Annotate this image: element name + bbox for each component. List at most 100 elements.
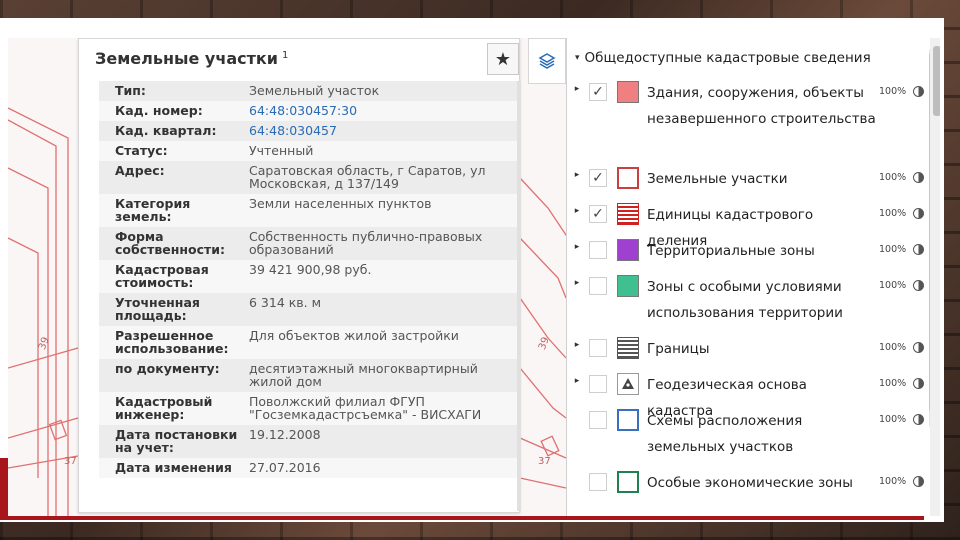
attribute-key: Дата постановки на учет:: [115, 427, 238, 455]
layer-group-header[interactable]: ▾ Общедоступные кадастровые сведения: [567, 38, 937, 78]
layer-label[interactable]: Особые экономические зоны: [647, 470, 877, 496]
attribute-value: десятиэтажный многоквартирный жилой дом: [249, 361, 478, 389]
layer-label[interactable]: Границы: [647, 336, 877, 362]
opacity-icon[interactable]: [913, 414, 924, 425]
opacity-icon[interactable]: [913, 378, 924, 389]
cadastral-map-screenshot: 39 37 39 37 Земельные участки 1 ★ Тип: Зем…: [8, 38, 940, 516]
layer-label[interactable]: Земельные участки: [647, 166, 877, 192]
chevron-down-icon: ▾: [575, 53, 580, 63]
attribute-row: Тип: Земельный участок: [99, 81, 517, 101]
opacity-icon[interactable]: [913, 244, 924, 255]
opacity-icon[interactable]: [913, 208, 924, 219]
attribute-value: 19.12.2008: [249, 427, 321, 442]
attribute-row: Адрес: Саратовская область, г Саратов, ул…: [99, 161, 517, 194]
layer-item: ▸ ✓ Земельные участки 100%: [567, 166, 927, 202]
layer-checkbox[interactable]: ✓: [589, 169, 607, 187]
map-parcel-number: 37: [538, 456, 551, 467]
layer-item: ▸ Геодезическая основа кадастра 100%: [567, 372, 927, 419]
layer-legend-swatch-icon: [617, 337, 639, 359]
chevron-right-icon[interactable]: ▸: [567, 238, 587, 252]
layer-item: Особые экономические зоны 100%: [567, 470, 927, 506]
attribute-row: Разрешенное использование: Для объектов ж…: [99, 326, 517, 359]
layer-opacity-value: 100%: [879, 244, 907, 255]
layer-checkbox[interactable]: ✓: [589, 205, 607, 223]
attribute-key: Уточненная площадь:: [115, 295, 200, 323]
chevron-right-icon: [567, 470, 587, 474]
opacity-icon[interactable]: [913, 476, 924, 487]
layers-toggle-button[interactable]: [528, 38, 566, 84]
layer-checkbox[interactable]: [589, 411, 607, 429]
opacity-icon[interactable]: [913, 86, 924, 97]
attribute-value: Саратовская область, г Саратов, ул Моско…: [249, 163, 486, 191]
page-scrollbar[interactable]: [930, 38, 940, 516]
layer-checkbox[interactable]: [589, 339, 607, 357]
layer-opacity-value: 100%: [879, 208, 907, 219]
card-title-text: Земельные участки: [95, 49, 278, 68]
layer-label[interactable]: Схемы расположения земельных участков: [647, 408, 877, 460]
layer-checkbox[interactable]: ✓: [589, 83, 607, 101]
star-icon: ★: [494, 48, 512, 70]
attribute-value: 39 421 900,98 руб.: [249, 262, 372, 277]
layer-legend-swatch-icon: [617, 81, 639, 103]
attribute-row: Кад. номер: 64:48:030457:30: [99, 101, 517, 121]
parcel-attributes-table: Тип: Земельный участок Кад. номер: 64:48:03…: [99, 81, 517, 513]
attribute-key: Форма собственности:: [115, 229, 226, 257]
card-title: Земельные участки 1: [95, 49, 288, 68]
page-scrollbar-thumb[interactable]: [933, 46, 940, 116]
attribute-row: Форма собственности: Собственность публич…: [99, 227, 517, 260]
layer-opacity-value: 100%: [879, 378, 907, 389]
attribute-row: Дата постановки на учет: 19.12.2008: [99, 425, 517, 458]
attribute-key: Разрешенное использование:: [115, 328, 229, 356]
layer-legend-swatch-icon: [617, 275, 639, 297]
layer-checkbox[interactable]: [589, 277, 607, 295]
attribute-row: Кадастровая стоимость: 39 421 900,98 руб.: [99, 260, 517, 293]
attribute-row: Дата изменения 27.07.2016: [99, 458, 517, 478]
chevron-right-icon[interactable]: ▸: [567, 80, 587, 94]
layer-opacity-value: 100%: [879, 86, 907, 97]
attribute-key: Категория земель:: [115, 196, 191, 224]
map-parcel-number: 37: [64, 456, 77, 467]
attribute-key: Адрес:: [115, 163, 165, 178]
attribute-key: Кад. квартал:: [115, 123, 217, 138]
layer-list: ▸ ✓ Здания, сооружения, объекты незавершен…: [567, 80, 927, 506]
opacity-icon[interactable]: [913, 172, 924, 183]
layer-checkbox[interactable]: [589, 241, 607, 259]
attribute-row: Статус: Учтенный: [99, 141, 517, 161]
chevron-right-icon[interactable]: ▸: [567, 166, 587, 180]
attribute-key: по документу:: [115, 361, 220, 376]
layer-checkbox[interactable]: [589, 375, 607, 393]
favorite-button[interactable]: ★: [487, 43, 519, 75]
layer-label[interactable]: Зоны с особыми условиями использования т…: [647, 274, 877, 326]
attribute-key: Тип:: [115, 83, 146, 98]
chevron-right-icon[interactable]: ▸: [567, 274, 587, 288]
layer-label[interactable]: Здания, сооружения, объекты незавершенно…: [647, 80, 877, 132]
attribute-value: Для объектов жилой застройки: [249, 328, 459, 343]
attribute-link[interactable]: 64:48:030457:30: [249, 104, 517, 117]
opacity-icon[interactable]: [913, 342, 924, 353]
attribute-row: по документу: десятиэтажный многоквартирн…: [99, 359, 517, 392]
layer-legend-swatch-icon: [617, 239, 639, 261]
layer-item: ▸ ✓ Здания, сооружения, объекты незавершен…: [567, 80, 927, 166]
attribute-row: Кад. квартал: 64:48:030457: [99, 121, 517, 141]
attribute-link[interactable]: 64:48:030457: [249, 124, 517, 137]
layer-item: ▸ Границы 100%: [567, 336, 927, 372]
chevron-right-icon[interactable]: ▸: [567, 336, 587, 350]
layer-legend-swatch-icon: [617, 167, 639, 189]
layer-item: ▸ Зоны с особыми условиями использования …: [567, 274, 927, 336]
layer-item: ▸ ✓ Единицы кадастрового деления 100%: [567, 202, 927, 249]
slide: 39 37 39 37 Земельные участки 1 ★ Тип: Зем…: [0, 18, 944, 522]
attribute-value: Поволжский филиал ФГУП "Госземкадастрсъе…: [249, 394, 482, 422]
layer-opacity-value: 100%: [879, 476, 907, 487]
chevron-right-icon[interactable]: ▸: [567, 202, 587, 216]
layer-item: ▸ Территориальные зоны 100%: [567, 238, 927, 274]
chevron-right-icon[interactable]: ▸: [567, 372, 587, 386]
opacity-icon[interactable]: [913, 280, 924, 291]
attribute-key: Кадастровая стоимость:: [115, 262, 209, 290]
attribute-row: Уточненная площадь: 6 314 кв. м: [99, 293, 517, 326]
layer-label[interactable]: Территориальные зоны: [647, 238, 877, 264]
layer-item: Схемы расположения земельных участков 100…: [567, 408, 927, 470]
attribute-value: Земли населенных пунктов: [249, 196, 432, 211]
layer-checkbox[interactable]: [589, 473, 607, 491]
card-scrollbar[interactable]: [517, 81, 521, 511]
layer-opacity-value: 100%: [879, 172, 907, 183]
